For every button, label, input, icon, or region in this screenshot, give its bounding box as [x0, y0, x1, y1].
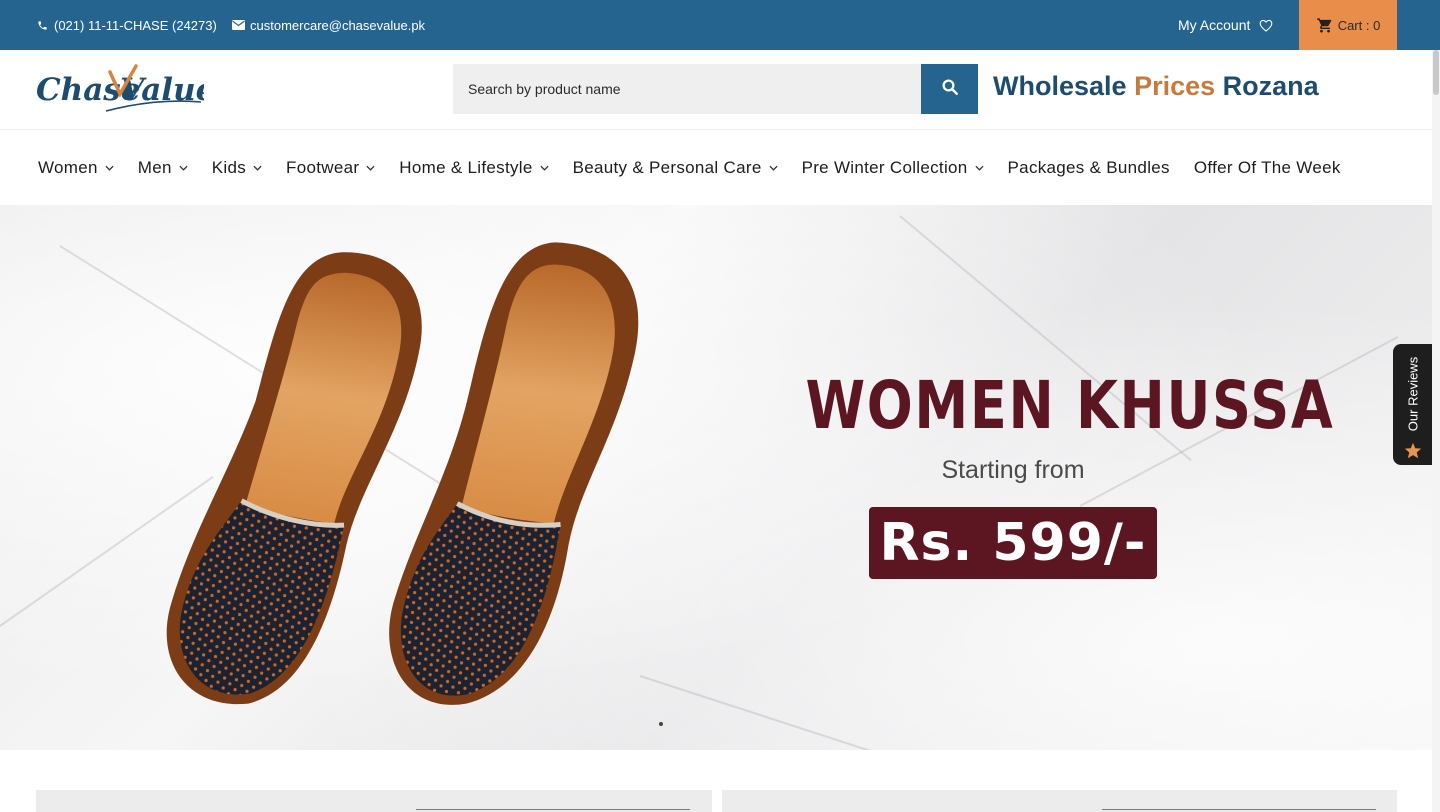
site-header: Chase Value Wholesale Prices Rozana: [0, 50, 1432, 130]
carousel-dot[interactable]: [659, 722, 663, 726]
tagline-word-1: Wholesale: [993, 71, 1127, 101]
logo-text-value: Value: [120, 72, 204, 108]
shopping-cart-icon: [1316, 17, 1334, 34]
search-bar: [453, 64, 978, 114]
hero-subtitle: Starting from: [941, 456, 1085, 484]
nav-item-home-lifestyle[interactable]: Home & Lifestyle: [399, 157, 549, 178]
search-icon: [941, 78, 959, 101]
nav-item-men[interactable]: Men: [138, 158, 188, 178]
my-account-label: My Account: [1178, 17, 1251, 33]
page-scrollbar[interactable]: [1432, 50, 1440, 812]
chevron-down-icon: [105, 165, 114, 171]
nav-item-label: Home & Lifestyle: [399, 157, 533, 177]
scrollbar-thumb[interactable]: [1433, 50, 1439, 95]
nav-item-offer-of-the-week[interactable]: Offer Of The Week: [1194, 158, 1341, 178]
cart-label: Cart : 0: [1337, 17, 1381, 33]
main-navigation: Women Men Kids Footwear Home & Lifestyle Beau…: [0, 130, 1432, 205]
nav-item-footwear[interactable]: Footwear: [286, 158, 375, 178]
nav-item-label: Footwear: [286, 157, 360, 177]
chevron-down-icon: [769, 165, 778, 171]
email-contact[interactable]: customercare@chasevalue.pk: [231, 0, 425, 50]
top-bar: (021) 11-11-CHASE (24273) customercare@c…: [0, 0, 1440, 50]
nav-item-label: Men: [137, 157, 172, 177]
search-input[interactable]: [453, 64, 921, 114]
chevron-down-icon: [179, 165, 188, 171]
wishlist-heart-icon[interactable]: [1259, 19, 1273, 32]
nav-item-kids[interactable]: Kids: [212, 158, 262, 178]
tagline: Wholesale Prices Rozana: [993, 71, 1319, 102]
nav-item-beauty-personal-care[interactable]: Beauty & Personal Care: [573, 158, 778, 178]
nav-item-label: Women: [38, 157, 98, 177]
phone-icon: [35, 18, 49, 32]
nav-item-packages-bundles[interactable]: Packages & Bundles: [1008, 158, 1170, 178]
nav-item-label: Beauty & Personal Care: [572, 157, 762, 177]
our-reviews-tab[interactable]: Our Reviews: [1393, 344, 1433, 465]
nav-item-pre-winter-collection[interactable]: Pre Winter Collection: [802, 158, 984, 178]
my-account-link[interactable]: My Account: [1178, 0, 1273, 50]
phone-number: (021) 11-11-CHASE (24273): [54, 17, 217, 33]
nav-item-label: Packages & Bundles: [1007, 157, 1170, 177]
nav-item-label: Pre Winter Collection: [801, 157, 968, 177]
tagline-word-3: Rozana: [1222, 71, 1319, 101]
hero-title: WOMEN KHUSSA: [805, 367, 1335, 444]
search-button[interactable]: [921, 64, 978, 114]
chasevalue-logo[interactable]: Chase Value: [36, 64, 215, 116]
phone-contact[interactable]: (021) 11-11-CHASE (24273): [35, 0, 217, 50]
nav-list: Women Men Kids Footwear Home & Lifestyle Beau…: [38, 130, 1365, 205]
star-icon: [1404, 442, 1422, 464]
hero-banner[interactable]: WOMEN KHUSSA Starting from Rs. 599/-: [0, 205, 1432, 750]
our-reviews-label: Our Reviews: [1405, 356, 1421, 432]
tagline-word-2: Prices: [1134, 71, 1216, 101]
nav-item-label: Offer Of The Week: [1193, 157, 1341, 177]
envelope-icon: [231, 18, 245, 32]
promo-card-right[interactable]: [722, 790, 1397, 812]
nav-item-women[interactable]: Women: [38, 158, 114, 178]
promo-card-left[interactable]: [36, 790, 712, 812]
email-address: customercare@chasevalue.pk: [250, 17, 426, 33]
hero-price-badge: Rs. 599/-: [869, 507, 1157, 579]
chevron-down-icon: [540, 165, 549, 171]
khussa-shoes-image: [160, 220, 660, 730]
chevron-down-icon: [366, 165, 375, 171]
chevron-down-icon: [253, 165, 262, 171]
nav-item-label: Kids: [211, 157, 247, 177]
cart-button[interactable]: Cart : 0: [1299, 0, 1397, 50]
chevron-down-icon: [974, 165, 984, 171]
